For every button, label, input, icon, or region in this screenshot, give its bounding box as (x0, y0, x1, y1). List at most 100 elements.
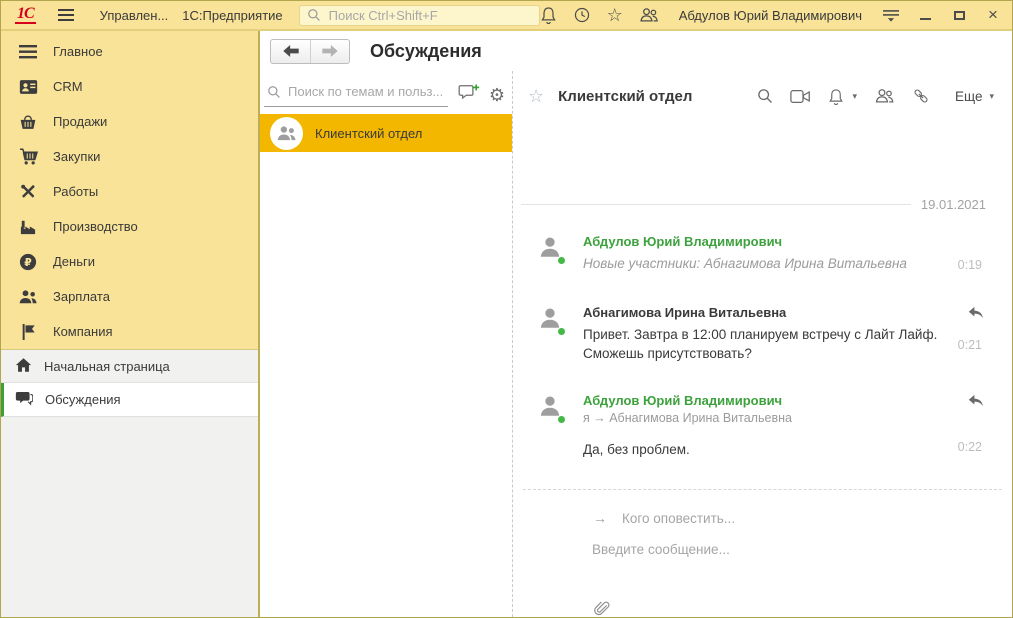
notify-field[interactable]: → Кого оповестить... (521, 510, 1012, 526)
chat-message-system: Абдулов Юрий Владимирович Новые участник… (521, 234, 1012, 273)
flag-icon (18, 323, 38, 341)
home-icon (15, 357, 32, 376)
avatar (537, 305, 563, 333)
main-menu-icon[interactable] (58, 9, 74, 21)
message-placeholder: Введите сообщение... (592, 542, 730, 557)
discussion-title: Клиентский отдел (315, 126, 422, 141)
online-status-dot (557, 327, 566, 336)
message-area: 19.01.2021 Абдулов Юрий Владимирович Нов… (513, 105, 1012, 617)
paperclip-icon (593, 599, 611, 617)
online-status-dot (557, 415, 566, 424)
sidebar-item-home-page[interactable]: Начальная страница (1, 349, 258, 383)
sidebar-item-label: Обсуждения (45, 392, 121, 407)
sidebar-item-label: Работы (53, 184, 98, 199)
sidebar-item-label: Деньги (53, 254, 95, 269)
new-discussion-icon[interactable] (458, 83, 480, 102)
date-separator-line (521, 204, 911, 205)
app-window: 1С Управлен... 1С:Предприятие ☆ Абдулов … (0, 0, 1013, 618)
message-text: Да, без проблем. (583, 440, 948, 459)
attach-file-button[interactable] (521, 599, 1012, 617)
message-body: Абдулов Юрий Владимирович я → Абнагимова… (583, 393, 948, 459)
sidebar-item-crm[interactable]: CRM (1, 69, 258, 104)
sections-sidebar: Главное CRM Продажи Закупки Работы (1, 31, 260, 617)
chat-header-actions: ▾ Еще ▾ (757, 87, 994, 105)
tools-icon (18, 183, 38, 200)
maximize-button[interactable] (950, 6, 968, 24)
sidebar-item-label: Начальная страница (44, 359, 170, 374)
sidebar-item-dengi[interactable]: ₽ Деньги (1, 244, 258, 279)
favorite-star-icon[interactable]: ☆ (528, 88, 544, 104)
sidebar-item-label: CRM (53, 79, 83, 94)
group-avatar (270, 117, 303, 150)
sidebar-item-glavnoe[interactable]: Главное (1, 34, 258, 69)
reply-icon[interactable] (968, 394, 984, 407)
video-call-icon[interactable] (790, 89, 811, 104)
more-label: Еще (955, 89, 982, 104)
sidebar-empty-area (1, 417, 258, 617)
sidebar-item-raboty[interactable]: Работы (1, 174, 258, 209)
chat-panel: ☆ Клиентский отдел ▾ (513, 71, 1012, 617)
sidebar-item-discussions[interactable]: Обсуждения (1, 383, 258, 417)
message-input-field[interactable]: Введите сообщение... (521, 541, 1012, 559)
input-area-separator (523, 489, 1002, 490)
svg-text:₽: ₽ (24, 255, 32, 268)
chat-header: ☆ Клиентский отдел ▾ (513, 71, 1012, 105)
reply-icon[interactable] (968, 306, 984, 319)
chat-message-incoming: Абнагимова Ирина Витальевна Привет. Завт… (521, 305, 1012, 363)
message-recipient: я → Абнагимова Ирина Витальевна (583, 411, 948, 425)
sidebar-item-prodazhi[interactable]: Продажи (1, 104, 258, 139)
message-text: Новые участники: Абнагимова Ирина Виталь… (583, 254, 948, 273)
service-menu-icon[interactable] (882, 7, 900, 23)
global-search-box[interactable] (299, 5, 540, 26)
discussions-panels: Поиск по темам и польз... ⚙ Клиентский о… (260, 71, 1012, 617)
more-button[interactable]: Еще ▾ (955, 89, 994, 104)
sidebar-item-kompaniya[interactable]: Компания (1, 314, 258, 349)
back-button[interactable] (271, 40, 310, 63)
message-author[interactable]: Абдулов Юрий Владимирович (583, 393, 948, 408)
1c-logo: 1С (15, 7, 36, 24)
navigation-toolbar: Обсуждения (260, 31, 1012, 71)
sidebar-item-zarplata[interactable]: Зарплата (1, 279, 258, 314)
sections-panel: Главное CRM Продажи Закупки Работы (1, 31, 258, 349)
search-icon (267, 85, 281, 99)
notifications-icon[interactable] (828, 88, 844, 105)
forward-button[interactable] (310, 40, 349, 63)
gear-icon[interactable]: ⚙ (489, 86, 505, 104)
current-user-name[interactable]: Абдулов Юрий Владимирович (679, 8, 862, 23)
message-body: Абдулов Юрий Владимирович Новые участник… (583, 234, 948, 273)
history-nav-buttons (270, 39, 350, 64)
minimize-button[interactable] (916, 6, 934, 24)
config-title: Управлен... (100, 8, 169, 23)
participants-icon[interactable] (874, 88, 895, 104)
product-title: 1С:Предприятие (182, 8, 282, 23)
main-area: Главное CRM Продажи Закупки Работы (1, 31, 1012, 617)
sidebar-item-label: Продажи (53, 114, 107, 129)
link-icon[interactable] (912, 87, 930, 105)
titlebar: 1С Управлен... 1С:Предприятие ☆ Абдулов … (1, 1, 1012, 31)
search-icon[interactable] (757, 88, 773, 104)
cart-icon (18, 148, 38, 165)
contacts-icon[interactable] (639, 7, 659, 23)
chevron-down-icon[interactable]: ▾ (852, 91, 857, 102)
global-search-input[interactable] (327, 7, 532, 24)
discussions-list-panel: Поиск по темам и польз... ⚙ Клиентский о… (260, 71, 512, 617)
sidebar-item-proizvodstvo[interactable]: Производство (1, 209, 258, 244)
page-title: Обсуждения (370, 41, 482, 62)
notifications-icon[interactable] (540, 6, 557, 24)
discussion-list-item-selected[interactable]: Клиентский отдел (260, 114, 512, 152)
favorites-icon[interactable]: ☆ (607, 7, 623, 23)
message-time: 0:19 (958, 258, 982, 272)
message-author[interactable]: Абдулов Юрий Владимирович (583, 234, 948, 249)
history-icon[interactable] (573, 6, 591, 24)
arrow-right-icon (322, 45, 338, 57)
message-text: Привет. Завтра в 12:00 планируем встречу… (583, 325, 948, 363)
chat-bubble-icon (15, 390, 33, 409)
window-title: Управлен... 1С:Предприятие (100, 8, 283, 23)
chevron-down-icon: ▾ (989, 91, 994, 102)
basket-icon (18, 113, 38, 130)
discussions-search-input[interactable]: Поиск по темам и польз... (264, 84, 448, 107)
message-author[interactable]: Абнагимова Ирина Витальевна (583, 305, 948, 320)
close-button[interactable]: × (984, 6, 1002, 24)
sidebar-item-zakupki[interactable]: Закупки (1, 139, 258, 174)
people-icon (18, 289, 38, 305)
